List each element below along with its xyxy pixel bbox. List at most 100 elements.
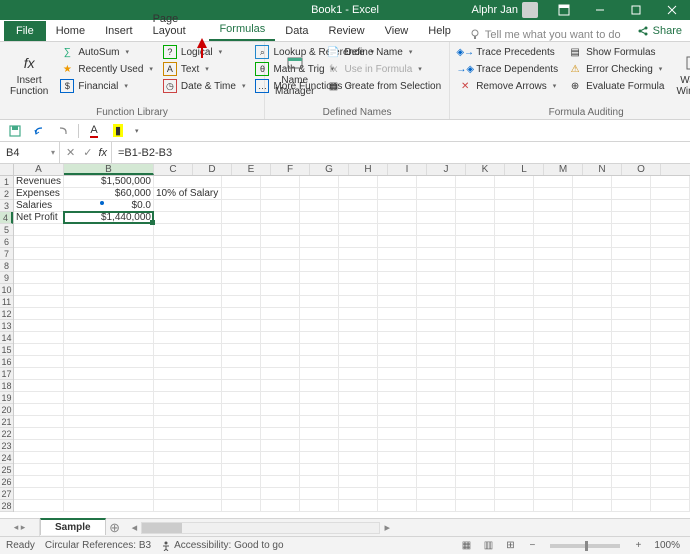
cell-G2[interactable] [339, 188, 378, 200]
cell-C10[interactable] [154, 284, 222, 296]
define-name-button[interactable]: 📄Define Name▾ [322, 44, 445, 60]
cell-F11[interactable] [300, 296, 339, 308]
cell-C5[interactable] [154, 224, 222, 236]
cell-B23[interactable] [64, 440, 154, 452]
spreadsheet-grid[interactable]: ABCDEFGHIJKLMNO 123456789101112131415161… [0, 164, 690, 518]
col-header-O[interactable]: O [622, 164, 661, 175]
cell-C12[interactable] [154, 308, 222, 320]
trace-precedents-button[interactable]: ◈→Trace Precedents [454, 44, 562, 60]
cell-A16[interactable] [14, 356, 64, 368]
cell-B27[interactable] [64, 488, 154, 500]
cell-E20[interactable] [261, 404, 300, 416]
row-header-6[interactable]: 6 [0, 236, 13, 248]
cell-C17[interactable] [154, 368, 222, 380]
cell-O24[interactable] [651, 452, 690, 464]
cell-E7[interactable] [261, 248, 300, 260]
cell-H20[interactable] [378, 404, 417, 416]
cell-L2[interactable] [534, 188, 573, 200]
cell-A26[interactable] [14, 476, 64, 488]
cell-D1[interactable] [222, 176, 261, 188]
cell-O2[interactable] [651, 188, 690, 200]
cell-M3[interactable] [573, 200, 612, 212]
cell-O15[interactable] [651, 344, 690, 356]
cell-L24[interactable] [534, 452, 573, 464]
cell-G9[interactable] [339, 272, 378, 284]
share-button[interactable]: Share [629, 21, 690, 41]
page-break-view-button[interactable]: ⊞ [500, 539, 520, 553]
cell-D14[interactable] [222, 332, 261, 344]
row-header-25[interactable]: 25 [0, 464, 13, 476]
cell-A11[interactable] [14, 296, 64, 308]
cell-I24[interactable] [417, 452, 456, 464]
cell-H7[interactable] [378, 248, 417, 260]
cell-H24[interactable] [378, 452, 417, 464]
highlight-button[interactable]: ▮ [109, 122, 127, 140]
cell-I16[interactable] [417, 356, 456, 368]
cell-F16[interactable] [300, 356, 339, 368]
cell-J21[interactable] [456, 416, 495, 428]
cell-J20[interactable] [456, 404, 495, 416]
row-header-21[interactable]: 21 [0, 416, 13, 428]
cell-L25[interactable] [534, 464, 573, 476]
cell-N13[interactable] [612, 320, 651, 332]
cell-L3[interactable] [534, 200, 573, 212]
cell-K19[interactable] [495, 392, 534, 404]
cell-J26[interactable] [456, 476, 495, 488]
cell-I15[interactable] [417, 344, 456, 356]
row-header-20[interactable]: 20 [0, 404, 13, 416]
cell-B8[interactable] [64, 260, 154, 272]
cell-H15[interactable] [378, 344, 417, 356]
cell-O11[interactable] [651, 296, 690, 308]
cell-E24[interactable] [261, 452, 300, 464]
cell-K16[interactable] [495, 356, 534, 368]
cell-A10[interactable] [14, 284, 64, 296]
cell-D10[interactable] [222, 284, 261, 296]
cell-A27[interactable] [14, 488, 64, 500]
cell-A1[interactable]: Revenues [14, 176, 64, 188]
cell-I4[interactable] [417, 212, 456, 224]
cell-J1[interactable] [456, 176, 495, 188]
cell-B16[interactable] [64, 356, 154, 368]
cell-N10[interactable] [612, 284, 651, 296]
cell-M18[interactable] [573, 380, 612, 392]
cell-E18[interactable] [261, 380, 300, 392]
cell-A15[interactable] [14, 344, 64, 356]
cell-L22[interactable] [534, 428, 573, 440]
row-header-3[interactable]: 3 [0, 200, 13, 212]
trace-dependents-button[interactable]: →◈Trace Dependents [454, 61, 562, 77]
cell-B26[interactable] [64, 476, 154, 488]
cell-A13[interactable] [14, 320, 64, 332]
cell-M11[interactable] [573, 296, 612, 308]
cell-N3[interactable] [612, 200, 651, 212]
tab-home[interactable]: Home [46, 21, 95, 41]
cell-F14[interactable] [300, 332, 339, 344]
cell-E9[interactable] [261, 272, 300, 284]
cell-M21[interactable] [573, 416, 612, 428]
cell-D28[interactable] [222, 500, 261, 512]
sheet-tab-sample[interactable]: Sample [40, 518, 106, 535]
cell-L5[interactable] [534, 224, 573, 236]
cell-G1[interactable] [339, 176, 378, 188]
cell-J16[interactable] [456, 356, 495, 368]
undo-button[interactable] [30, 122, 48, 140]
cell-C14[interactable] [154, 332, 222, 344]
cell-L12[interactable] [534, 308, 573, 320]
cell-G7[interactable] [339, 248, 378, 260]
cell-H9[interactable] [378, 272, 417, 284]
cell-J7[interactable] [456, 248, 495, 260]
cell-K18[interactable] [495, 380, 534, 392]
cell-L17[interactable] [534, 368, 573, 380]
cell-C4[interactable] [154, 212, 222, 224]
cell-I8[interactable] [417, 260, 456, 272]
cell-I17[interactable] [417, 368, 456, 380]
cell-I25[interactable] [417, 464, 456, 476]
cell-M4[interactable] [573, 212, 612, 224]
cell-H11[interactable] [378, 296, 417, 308]
cell-A19[interactable] [14, 392, 64, 404]
cell-O26[interactable] [651, 476, 690, 488]
cell-C15[interactable] [154, 344, 222, 356]
cell-I28[interactable] [417, 500, 456, 512]
cell-I26[interactable] [417, 476, 456, 488]
cell-N14[interactable] [612, 332, 651, 344]
cell-D3[interactable] [222, 200, 261, 212]
